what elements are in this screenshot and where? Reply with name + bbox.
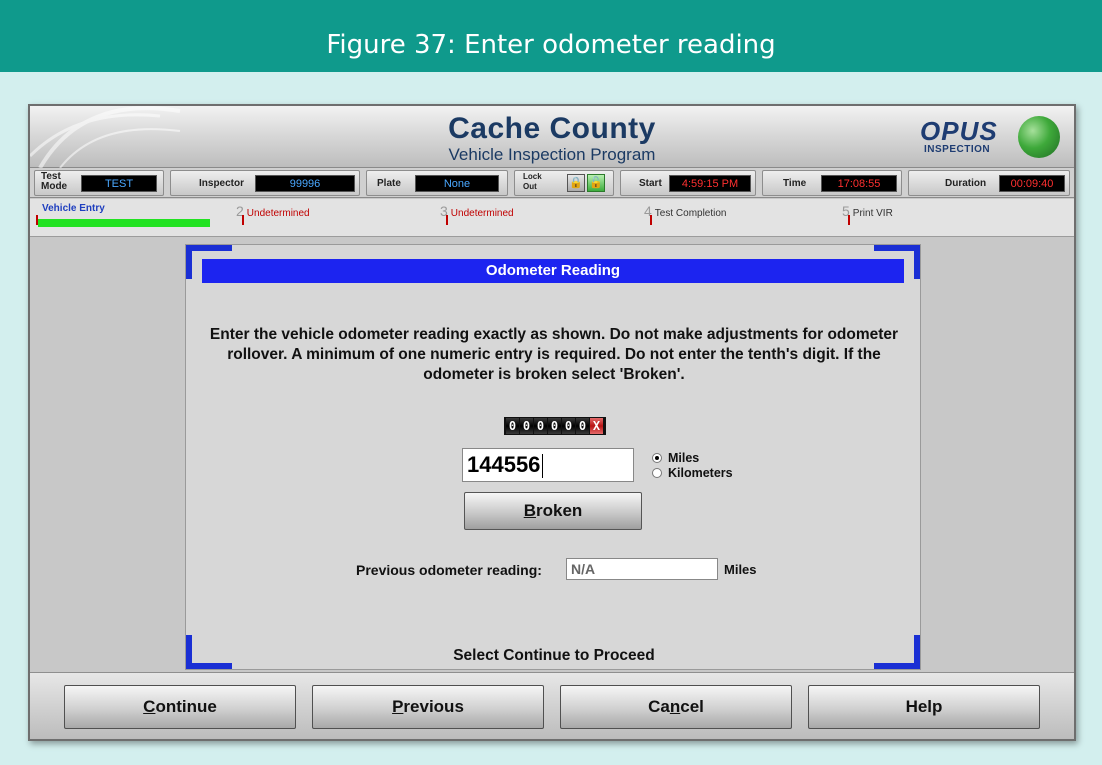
step-progress-bar bbox=[38, 219, 210, 227]
odometer-digit: 0 bbox=[520, 418, 533, 434]
step-tick bbox=[848, 215, 850, 225]
duration-cell: Duration 00:09:40 bbox=[908, 170, 1070, 196]
step-label: Vehicle Entry bbox=[42, 203, 105, 214]
opus-logo: OPUS INSPECTION bbox=[920, 116, 1060, 160]
start-cell: Start 4:59:15 PM bbox=[620, 170, 756, 196]
step-1: Vehicle Entry bbox=[42, 203, 105, 214]
app-window: Cache County Vehicle Inspection Program … bbox=[28, 104, 1076, 741]
previous-reading-unit: Miles bbox=[724, 562, 757, 577]
continue-button[interactable]: Continue bbox=[64, 685, 296, 729]
odometer-digit: 0 bbox=[548, 418, 561, 434]
step-tick bbox=[446, 215, 448, 225]
step-tick bbox=[650, 215, 652, 225]
step-label: Undetermined bbox=[450, 208, 514, 219]
start-value: 4:59:15 PM bbox=[669, 175, 751, 192]
step-label: Test Completion bbox=[654, 208, 727, 219]
plate-cell: Plate None bbox=[366, 170, 508, 196]
step-2: 2 Undetermined bbox=[236, 203, 310, 219]
odometer-value: 144556 bbox=[467, 452, 541, 477]
kilometers-label: Kilometers bbox=[668, 466, 733, 480]
test-mode-label: Test Mode bbox=[41, 171, 68, 192]
footer-bar: Continue Previous Cancel Help bbox=[30, 672, 1074, 739]
previous-reading-field: N/A bbox=[566, 558, 718, 580]
test-mode-cell: Test Mode TEST bbox=[34, 170, 164, 196]
kilometers-radio[interactable]: Kilometers bbox=[652, 466, 733, 480]
lock-closed-icon[interactable]: 🔒 bbox=[567, 174, 585, 192]
work-area: Odometer Reading Enter the vehicle odome… bbox=[30, 237, 1074, 672]
plate-value: None bbox=[415, 175, 499, 192]
status-bar: Test Mode TEST Inspector 99996 Plate Non… bbox=[30, 168, 1074, 198]
text-caret bbox=[542, 454, 544, 479]
progress-steps: Vehicle Entry 2 Undetermined 3 Undetermine… bbox=[30, 199, 1074, 237]
figure-caption: Figure 37: Enter odometer reading bbox=[0, 0, 1102, 72]
radio-selected-icon[interactable] bbox=[652, 452, 662, 463]
duration-label: Duration bbox=[945, 178, 987, 189]
cancel-button[interactable]: Cancel bbox=[560, 685, 792, 729]
globe-icon bbox=[1018, 116, 1060, 158]
step-3: 3 Undetermined bbox=[440, 203, 514, 219]
odometer-digit: 0 bbox=[576, 418, 589, 434]
time-value: 17:08:55 bbox=[821, 175, 897, 192]
lockout-cell: Lock Out 🔒 🔓 bbox=[514, 170, 614, 196]
start-label: Start bbox=[639, 178, 662, 189]
lock-open-icon[interactable]: 🔓 bbox=[587, 174, 605, 192]
odometer-digit: 0 bbox=[562, 418, 575, 434]
step-label: Undetermined bbox=[246, 208, 310, 219]
logo-subtext: INSPECTION bbox=[924, 144, 991, 155]
plate-label: Plate bbox=[377, 178, 401, 189]
lockout-label: Lock Out bbox=[523, 172, 542, 191]
miles-label: Miles bbox=[668, 451, 700, 465]
odometer-input[interactable]: 144556 bbox=[462, 448, 634, 482]
instructions-text: Enter the vehicle odometer reading exact… bbox=[209, 326, 899, 383]
app-subtitle: Vehicle Inspection Program bbox=[448, 145, 656, 164]
step-label: Print VIR bbox=[852, 208, 893, 219]
test-mode-value: TEST bbox=[81, 175, 157, 192]
duration-value: 00:09:40 bbox=[999, 175, 1065, 192]
step-4: 4 Test Completion bbox=[644, 203, 727, 219]
time-cell: Time 17:08:55 bbox=[762, 170, 902, 196]
miles-radio[interactable]: Miles bbox=[652, 451, 699, 465]
radio-unselected-icon[interactable] bbox=[652, 467, 662, 478]
inspector-cell: Inspector 99996 bbox=[170, 170, 360, 196]
broken-button[interactable]: Broken bbox=[464, 492, 642, 530]
odometer-digit: 0 bbox=[534, 418, 547, 434]
proceed-instruction: Select Continue to Proceed bbox=[453, 647, 655, 664]
odometer-dialog: Odometer Reading Enter the vehicle odome… bbox=[185, 244, 921, 670]
previous-reading-label: Previous odometer reading: bbox=[356, 562, 542, 578]
help-button[interactable]: Help bbox=[808, 685, 1040, 729]
inspector-label: Inspector bbox=[199, 178, 245, 189]
odometer-graphic: 0 0 0 0 0 0 X bbox=[504, 417, 606, 435]
app-title: Cache County bbox=[448, 112, 656, 145]
app-banner: Cache County Vehicle Inspection Program … bbox=[30, 106, 1074, 168]
time-label: Time bbox=[783, 178, 807, 189]
dialog-title: Odometer Reading bbox=[202, 259, 904, 283]
odometer-digit: 0 bbox=[506, 418, 519, 434]
inspector-value: 99996 bbox=[255, 175, 355, 192]
step-tick bbox=[242, 215, 244, 225]
logo-text: OPUS bbox=[920, 116, 998, 146]
odometer-tenth-digit: X bbox=[590, 418, 603, 434]
previous-button[interactable]: Previous bbox=[312, 685, 544, 729]
